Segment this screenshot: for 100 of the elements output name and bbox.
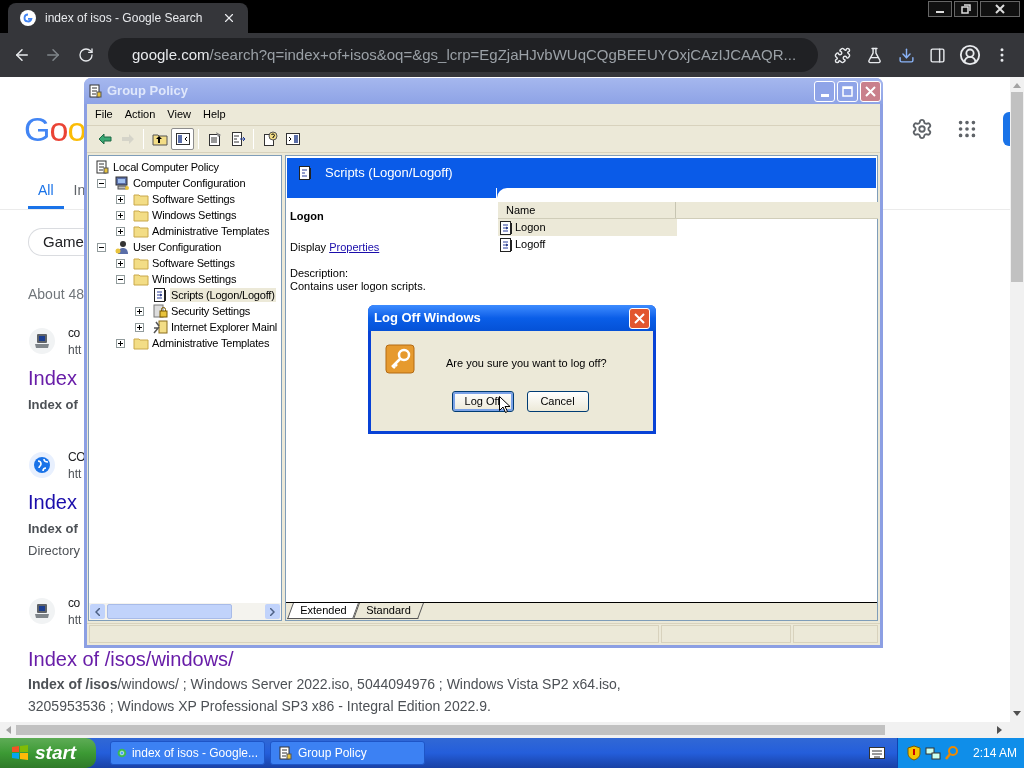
tree-item[interactable]: Software Settings <box>151 192 236 206</box>
tree-item[interactable]: User Configuration <box>132 240 223 254</box>
scroll-down-icon[interactable] <box>1013 711 1021 717</box>
apps-grid-icon[interactable] <box>956 118 978 140</box>
split-pane-icon <box>174 131 191 147</box>
plus-icon <box>118 228 123 234</box>
result-title-link[interactable]: Index <box>28 489 77 515</box>
properties-link[interactable]: Properties <box>329 240 380 253</box>
script-icon <box>498 236 514 253</box>
result-title-link[interactable]: Index <box>28 365 77 391</box>
restore-icon[interactable] <box>954 1 978 17</box>
close-button[interactable] <box>629 307 650 329</box>
expander-toggle[interactable] <box>116 338 125 348</box>
dialog-button[interactable]: Log Off <box>451 391 514 412</box>
site-name: co <box>68 595 80 612</box>
scroll-thumb[interactable] <box>107 604 232 619</box>
caret-right-icon <box>270 607 275 616</box>
expander-toggle[interactable] <box>97 178 106 188</box>
result-snippet: Index of <box>28 396 78 414</box>
toolbar-button[interactable] <box>171 128 194 150</box>
script-icon <box>297 165 313 181</box>
start-button[interactable]: start <box>0 738 96 768</box>
avatar-icon[interactable] <box>959 44 981 66</box>
flask-icon[interactable] <box>866 46 883 64</box>
tree-item[interactable]: Software Settings <box>151 256 236 270</box>
folder-icon <box>133 223 149 239</box>
horizontal-scrollbar[interactable] <box>0 722 1024 738</box>
scroll-right-button[interactable] <box>265 604 280 619</box>
tree-item[interactable]: Windows Settings <box>151 272 238 286</box>
reload-icon[interactable] <box>78 47 94 63</box>
shield-icon[interactable] <box>906 745 922 761</box>
horizontal-scrollbar[interactable] <box>89 603 281 620</box>
keyboard-icon[interactable] <box>869 747 885 759</box>
forward-icon[interactable] <box>44 46 62 64</box>
minimize-icon[interactable] <box>928 1 952 17</box>
search-tab[interactable]: All <box>28 175 64 209</box>
tree-item[interactable]: Local Computer Policy <box>112 160 220 174</box>
favicon <box>20 10 36 26</box>
close-icon[interactable] <box>980 1 1020 17</box>
dialog-message: Are you sure you want to log off? <box>446 355 607 371</box>
caret-left-icon <box>95 607 100 616</box>
close-icon[interactable] <box>222 11 236 25</box>
minus-icon <box>99 244 104 250</box>
tree-item[interactable]: Security Settings <box>170 304 252 318</box>
taskbar-button[interactable]: Group Policy <box>270 741 425 765</box>
expander-toggle[interactable] <box>116 210 125 220</box>
settings-icon[interactable] <box>911 118 933 140</box>
scroll-thumb[interactable] <box>1011 92 1023 282</box>
view-tab[interactable]: Standard <box>353 603 425 619</box>
scroll-thumb[interactable] <box>16 725 885 735</box>
dialog-button[interactable]: Cancel <box>526 391 589 412</box>
result-title-link[interactable]: Index of /isos/windows/ <box>28 648 234 670</box>
view-tab[interactable]: Extended <box>287 603 360 619</box>
panel-icon <box>284 131 301 147</box>
script-icon <box>498 219 514 236</box>
expander-toggle[interactable] <box>135 306 144 316</box>
download-icon[interactable] <box>898 46 915 64</box>
description-label: Description: <box>290 267 350 280</box>
scroll-right-icon[interactable] <box>997 726 1003 734</box>
expander-toggle[interactable] <box>97 242 106 252</box>
close-button[interactable] <box>860 80 881 102</box>
expander-toggle[interactable] <box>116 194 125 204</box>
taskbar-button[interactable]: index of isos - Google... <box>110 741 265 765</box>
folder-icon <box>133 191 149 207</box>
menu-item[interactable]: Action <box>118 106 162 123</box>
tree-item[interactable]: Internet Explorer Mainl <box>170 320 279 334</box>
expander-toggle[interactable] <box>135 322 144 332</box>
plus-icon <box>118 196 123 202</box>
menu-item[interactable]: Help <box>196 106 232 123</box>
sign-in-button[interactable] <box>1003 112 1010 146</box>
tree-item[interactable]: Computer Configuration <box>132 176 247 190</box>
maximize-icon <box>842 85 853 97</box>
clock: 2:14 AM <box>973 745 1018 762</box>
search-tab[interactable]: In <box>73 175 86 209</box>
export-list-icon <box>229 131 246 147</box>
back-icon[interactable] <box>13 46 31 64</box>
tree-item[interactable]: Administrative Templates <box>151 336 271 350</box>
result-url: htt <box>68 342 82 358</box>
expander-toggle[interactable] <box>116 258 125 268</box>
expander-toggle[interactable] <box>116 274 125 284</box>
side-panel-icon[interactable] <box>929 46 946 64</box>
result-snippet: 3205953536 ; Windows XP Professional SP3 x86 - Integral Edition 2022.9. <box>28 697 491 716</box>
scroll-left-button[interactable] <box>90 604 105 619</box>
lock-icon <box>152 303 168 319</box>
list-item[interactable]: Logon <box>498 219 677 236</box>
address-bar[interactable]: google.com/search?q=index+of+isos&oq=&gs_lcrp=EgZjaHJvbWUqCQgBEEUYOxjCAzIJCAAQR... <box>108 38 818 72</box>
result-snippet: Index of <box>28 520 78 538</box>
puzzle-icon[interactable] <box>834 46 851 64</box>
menu-item[interactable]: View <box>161 106 197 123</box>
tree-item[interactable]: Windows Settings <box>151 208 238 222</box>
policy-scroll-icon <box>277 745 293 761</box>
list-item[interactable]: Logoff <box>498 236 677 253</box>
network-icon[interactable] <box>925 745 941 761</box>
menu-item[interactable]: File <box>89 106 119 123</box>
tree-item[interactable]: Administrative Templates <box>151 224 271 238</box>
vertical-scrollbar[interactable] <box>1010 77 1024 722</box>
expander-toggle[interactable] <box>116 226 125 236</box>
tree-item[interactable]: Scripts (Logon/Logoff) <box>170 288 276 302</box>
user-icon <box>114 239 130 255</box>
browser-tab[interactable]: index of isos - Google Search <box>8 3 248 33</box>
